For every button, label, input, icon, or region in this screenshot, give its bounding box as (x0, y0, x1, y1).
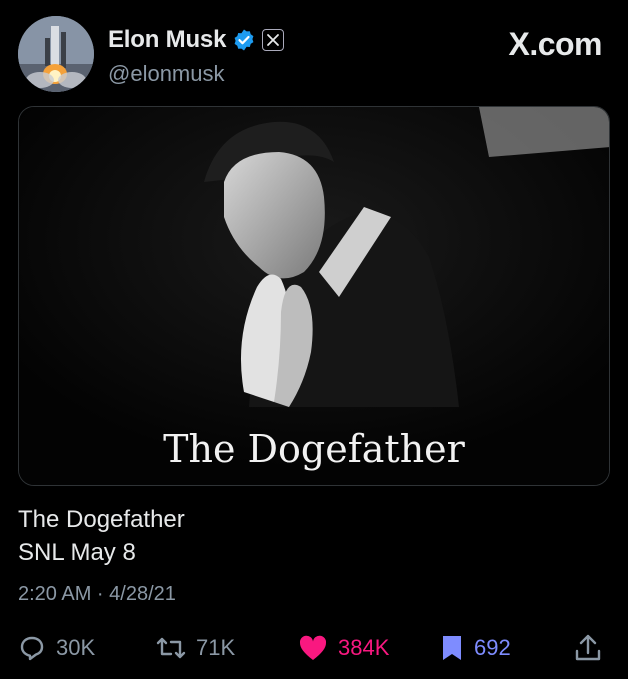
tweet-text-line: SNL May 8 (18, 539, 136, 566)
tweet-media[interactable]: The Dogefather (18, 106, 610, 486)
tweet-text: The Dogefather SNL May 8 (18, 503, 185, 569)
tweet-header: Elon Musk @elonmusk X.com (18, 16, 610, 98)
x-logo-icon (267, 34, 280, 46)
tweet-text-line: The Dogefather (18, 506, 185, 533)
heart-icon (299, 635, 327, 660)
verified-badge-icon (234, 29, 254, 51)
retweet-button[interactable]: 71K (156, 628, 235, 668)
bookmark-count: 692 (474, 635, 511, 660)
brand-logo: X.com (508, 26, 602, 62)
retweet-count: 71K (196, 635, 236, 660)
reply-icon (20, 636, 44, 661)
name-row: Elon Musk (108, 26, 285, 54)
media-caption: The Dogefather (163, 427, 465, 471)
like-count: 384K (338, 635, 390, 660)
avatar[interactable] (18, 16, 94, 92)
user-handle[interactable]: @elonmusk (108, 61, 225, 87)
share-button[interactable] (574, 628, 602, 668)
bookmark-icon (443, 636, 461, 660)
display-name[interactable]: Elon Musk (108, 26, 226, 54)
share-icon (575, 634, 601, 661)
bookmark-button[interactable]: 692 (440, 628, 511, 668)
rocket-launch-image (18, 16, 94, 92)
action-bar: 30K 71K 384K 692 (0, 628, 628, 668)
reply-count: 30K (56, 635, 96, 660)
retweet-icon (156, 637, 186, 659)
tweet-timestamp[interactable]: 2:20 AM · 4/28/21 (18, 583, 176, 606)
like-button[interactable]: 384K (298, 628, 389, 668)
reply-button[interactable]: 30K (18, 628, 95, 668)
x-affiliation-badge[interactable] (262, 29, 285, 51)
